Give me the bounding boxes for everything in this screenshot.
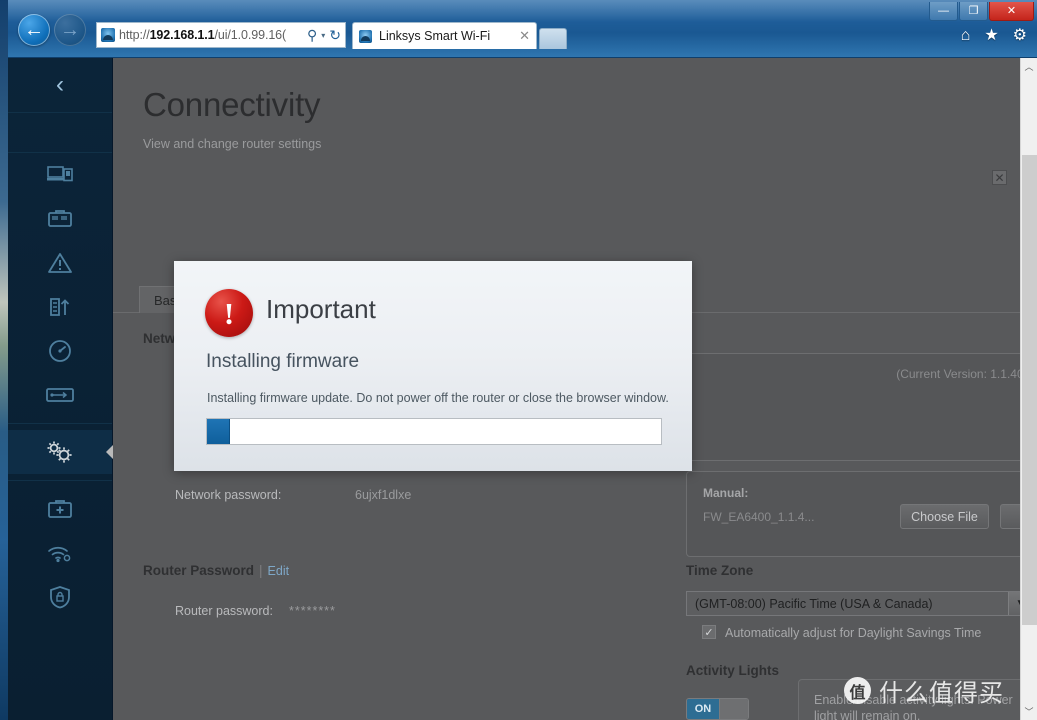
- window-controls: — ❐ ✕: [929, 2, 1034, 21]
- dialog-body-text: Installing firmware update. Do not power…: [207, 391, 669, 405]
- browser-titlebar: — ❐ ✕ ← → http://192.168.1.1/ui/1.0.99.1…: [8, 0, 1037, 58]
- chevron-down-icon: ﹀: [1024, 707, 1034, 717]
- url-path: /ui/1.0.99.16(: [214, 28, 287, 42]
- new-tab-button[interactable]: [539, 28, 567, 49]
- search-icon[interactable]: ⚲: [307, 27, 317, 44]
- address-bar[interactable]: http://192.168.1.1/ui/1.0.99.16( ⚲ ▾ ↻: [96, 22, 346, 48]
- star-icon[interactable]: ★: [984, 28, 998, 44]
- linksys-smart-wifi-app: ‹ ✕ Connectivity View and change router …: [8, 58, 1037, 720]
- dialog-subtitle: Installing firmware: [206, 351, 360, 372]
- url-text: http://192.168.1.1/ui/1.0.99.16(: [119, 28, 303, 42]
- maximize-button[interactable]: ❐: [959, 2, 988, 21]
- back-button[interactable]: ←: [18, 14, 50, 46]
- dialog-title: Important: [266, 294, 376, 324]
- home-icon[interactable]: ⌂: [961, 28, 971, 44]
- page-viewport: ‹ ✕ Connectivity View and change router …: [8, 58, 1037, 720]
- gear-icon[interactable]: ⚙: [1013, 28, 1027, 44]
- browser-toolbar-icons: ⌂ ★ ⚙: [961, 28, 1027, 44]
- chevron-down-icon[interactable]: ▾: [321, 31, 325, 40]
- scrollbar-track[interactable]: [1021, 75, 1037, 703]
- close-icon: ✕: [1006, 4, 1017, 17]
- firmware-progress-bar: [206, 418, 662, 445]
- tab-close-icon[interactable]: ✕: [519, 28, 530, 44]
- firmware-progress-fill: [207, 419, 230, 444]
- important-dialog: ! Important Installing firmware Installi…: [174, 261, 692, 471]
- forward-button[interactable]: →: [54, 14, 86, 46]
- close-window-button[interactable]: ✕: [989, 2, 1034, 21]
- back-arrow-icon: ←: [24, 18, 44, 41]
- chevron-up-icon: ︿: [1024, 62, 1034, 72]
- minimize-button[interactable]: —: [929, 2, 958, 21]
- page-scrollbar[interactable]: ︿ ﹀: [1020, 58, 1037, 720]
- site-favicon-icon: [101, 28, 115, 42]
- url-scheme: http://: [119, 28, 150, 42]
- scrollbar-thumb[interactable]: [1022, 155, 1037, 625]
- tab-favicon-icon: [359, 29, 372, 43]
- exclamation-glyph: !: [223, 296, 235, 331]
- url-host: 192.168.1.1: [149, 28, 215, 42]
- tab-title: Linksys Smart Wi-Fi: [379, 29, 491, 43]
- reload-icon[interactable]: ↻: [329, 27, 341, 44]
- scroll-down-button[interactable]: ﹀: [1021, 703, 1037, 720]
- scroll-up-button[interactable]: ︿: [1021, 58, 1037, 75]
- maximize-icon: ❐: [968, 4, 979, 17]
- tab-linksys-smart-wifi[interactable]: Linksys Smart Wi-Fi ✕: [352, 22, 537, 49]
- exclamation-icon: !: [205, 289, 253, 337]
- browser-window: — ❐ ✕ ← → http://192.168.1.1/ui/1.0.99.1…: [8, 0, 1037, 720]
- forward-arrow-icon: →: [60, 18, 80, 41]
- tab-strip: Linksys Smart Wi-Fi ✕: [352, 22, 567, 49]
- minimize-icon: —: [938, 4, 949, 17]
- modal-overlay: ! Important Installing firmware Installi…: [8, 58, 1020, 720]
